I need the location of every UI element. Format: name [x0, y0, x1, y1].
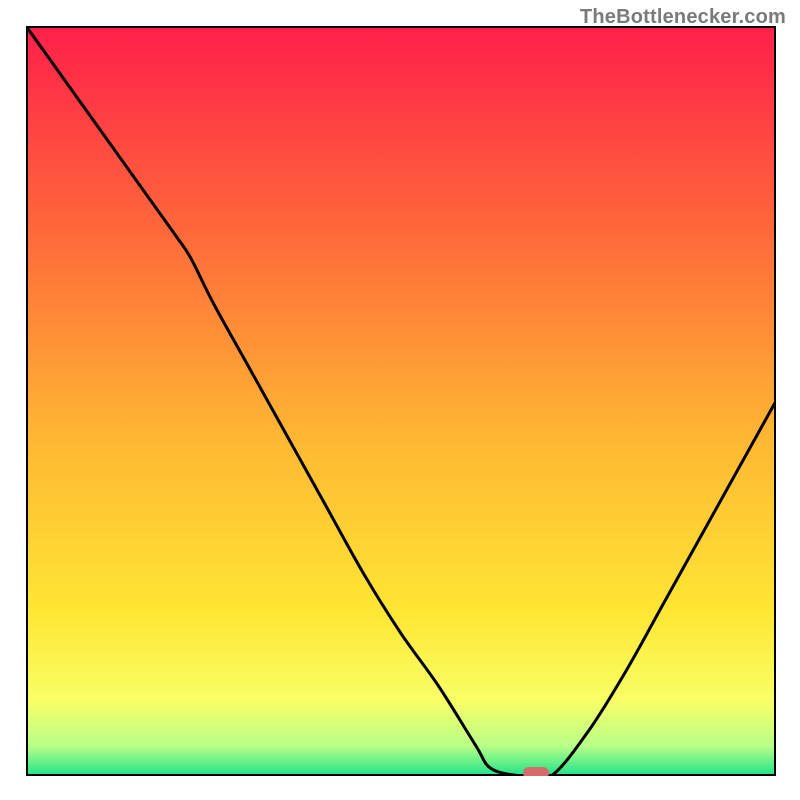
- chart-svg: [26, 26, 776, 776]
- bottleneck-chart: [26, 26, 776, 776]
- plot-background: [26, 26, 776, 776]
- attribution-label: TheBottlenecker.com: [580, 6, 786, 29]
- minimum-marker: [523, 767, 549, 776]
